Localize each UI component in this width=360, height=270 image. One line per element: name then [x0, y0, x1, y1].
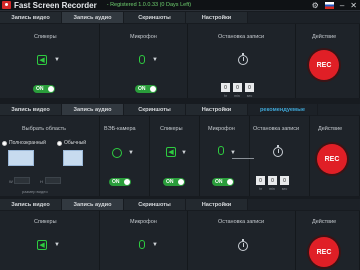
app-logo-icon	[2, 1, 11, 9]
tab-bar: Запись видео Запись аудио Скриншоты Наст…	[0, 104, 360, 115]
tab-video[interactable]: Запись видео	[0, 12, 62, 23]
speaker-icon[interactable]: ◀	[37, 55, 47, 65]
chevron-down-icon[interactable]: ▼	[181, 150, 187, 156]
height-field[interactable]	[45, 177, 61, 184]
header-action: Действие	[318, 126, 343, 132]
tab-screenshots[interactable]: Скриншоты	[124, 12, 186, 23]
timer-icon	[273, 145, 283, 157]
radio-normal-label: Обычный	[64, 140, 87, 146]
stop-time[interactable]: 0 0 0	[221, 83, 254, 92]
header-speakers: Спикеры	[34, 34, 57, 40]
min-label: min	[269, 187, 275, 191]
seconds-field[interactable]: 0	[280, 176, 289, 185]
tab-bar: Запись видео Запись аудио Скриншоты Наст…	[0, 12, 360, 23]
chevron-down-icon[interactable]: ▼	[230, 150, 236, 156]
header-action: Действие	[312, 34, 337, 40]
speaker-icon[interactable]: ◀	[37, 240, 47, 250]
sec-label: sec	[246, 94, 253, 98]
timer-icon	[238, 53, 248, 65]
minutes-field[interactable]: 0	[233, 83, 242, 92]
seconds-field[interactable]: 0	[245, 83, 254, 92]
flag-ru-icon[interactable]	[324, 2, 334, 9]
fullscreen-preview[interactable]	[8, 150, 34, 166]
radio-fullscreen-label: Полноэкранный	[9, 140, 46, 146]
rec-button[interactable]: REC	[309, 50, 339, 80]
tab-settings[interactable]: Настройки	[186, 199, 248, 210]
settings-gear-icon[interactable]: ⚙	[312, 1, 319, 10]
minimize-icon[interactable]: –	[340, 1, 344, 10]
time-labels: hr min sec	[259, 187, 287, 191]
header-stop: Остановка записи	[253, 126, 300, 132]
microphone-toggle[interactable]: ON	[212, 178, 234, 186]
chevron-down-icon[interactable]: ▼	[54, 57, 60, 63]
sec-label: sec	[281, 187, 288, 191]
header-speakers: Спикеры	[160, 126, 183, 132]
chevron-down-icon[interactable]: ▼	[152, 57, 158, 63]
tab-settings[interactable]: Настройки	[186, 12, 248, 23]
minutes-field[interactable]: 0	[268, 176, 277, 185]
section-headers: Выбрать область ВЭБ-камера Спикеры Микро…	[0, 124, 360, 133]
header-action: Действие	[312, 219, 337, 225]
hours-field[interactable]: 0	[256, 176, 265, 185]
webcam-toggle[interactable]: ON	[109, 178, 131, 186]
hr-label: hr	[259, 187, 263, 191]
hr-label: hr	[224, 94, 228, 98]
title-bar: Fast Screen Recorder - Registered 1.0.0.…	[0, 0, 360, 11]
rec-button[interactable]: REC	[317, 144, 347, 174]
tab-audio[interactable]: Запись аудио	[62, 12, 124, 23]
header-microphone: Микрофон	[130, 34, 157, 40]
chevron-down-icon[interactable]: ▼	[152, 242, 158, 248]
section-headers: Спикеры Микрофон Остановка записи Действ…	[0, 217, 360, 226]
speaker-icon[interactable]: ◀	[166, 147, 176, 157]
rec-button[interactable]: REC	[309, 237, 339, 267]
width-field[interactable]	[14, 177, 30, 184]
header-area: Выбрать область	[22, 126, 67, 132]
tab-audio[interactable]: Запись аудио	[62, 104, 124, 115]
microphone-toggle[interactable]: ON	[135, 85, 157, 93]
tab-video[interactable]: Запись видео	[0, 199, 62, 210]
tab-screenshots[interactable]: Скриншоты	[124, 104, 186, 115]
app-title: Fast Screen Recorder	[14, 0, 97, 10]
header-webcam: ВЭБ-камера	[104, 126, 136, 132]
tab-audio[interactable]: Запись аудио	[62, 199, 124, 210]
width-label: W	[9, 179, 13, 184]
tab-video[interactable]: Запись видео	[0, 104, 62, 115]
microphone-icon[interactable]	[139, 240, 145, 249]
header-microphone: Микрофон	[130, 219, 157, 225]
min-label: min	[234, 94, 240, 98]
microphone-icon[interactable]	[139, 55, 145, 64]
stop-time[interactable]: 0 0 0	[256, 176, 289, 185]
height-label: H	[40, 179, 43, 184]
header-microphone: Микрофон	[208, 126, 235, 132]
speakers-toggle[interactable]: ON	[163, 178, 185, 186]
section-headers: Спикеры Микрофон Остановка записи Действ…	[0, 32, 360, 41]
mic-volume-slider[interactable]	[232, 158, 254, 159]
microphone-icon[interactable]	[218, 146, 224, 155]
webcam-icon[interactable]	[112, 148, 122, 158]
header-stop: Остановка записи	[218, 34, 265, 40]
timer-icon	[238, 239, 248, 251]
close-icon[interactable]: ✕	[350, 1, 357, 10]
video-size-label: размер видео	[22, 189, 48, 194]
chevron-down-icon[interactable]: ▼	[128, 150, 134, 156]
header-speakers: Спикеры	[34, 219, 57, 225]
tab-recommended[interactable]: рекомендуемые	[248, 104, 318, 115]
hours-field[interactable]: 0	[221, 83, 230, 92]
radio-normal[interactable]: Обычный	[57, 140, 86, 146]
tab-bar: Запись видео Запись аудио Скриншоты Наст…	[0, 199, 360, 210]
registration-status: - Registered 1.0.0.33 (0 Days Left)	[106, 2, 192, 8]
normal-preview[interactable]	[63, 150, 83, 166]
time-labels: hr min sec	[224, 94, 252, 98]
chevron-down-icon[interactable]: ▼	[54, 242, 60, 248]
header-stop: Остановка записи	[218, 219, 265, 225]
tab-settings[interactable]: Настройки	[186, 104, 248, 115]
speakers-toggle[interactable]: ON	[33, 85, 55, 93]
radio-fullscreen[interactable]: Полноэкранный	[2, 140, 46, 146]
tab-screenshots[interactable]: Скриншоты	[124, 199, 186, 210]
